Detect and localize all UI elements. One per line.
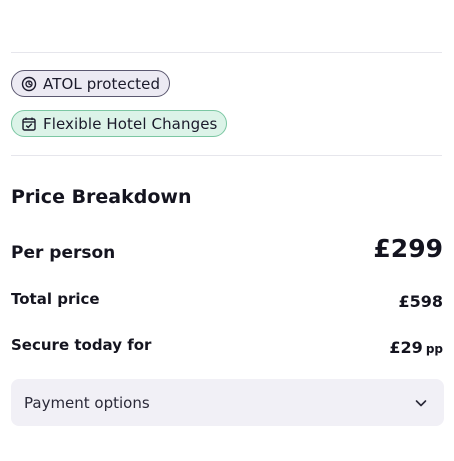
flexible-hotel-changes-badge: Flexible Hotel Changes (11, 110, 228, 137)
per-person-price: £299 (373, 234, 443, 263)
total-price-label: Total price (11, 290, 100, 308)
middle-divider (11, 155, 442, 156)
payment-options-label: Payment options (24, 393, 150, 412)
payment-options-dropdown[interactable]: Payment options (11, 379, 444, 426)
secure-today-value: £29 pp (389, 338, 443, 357)
secure-today-amount: £29 (389, 338, 423, 357)
atol-shield-icon (21, 76, 37, 92)
total-price-value: £598 (398, 292, 443, 311)
price-breakdown-title: Price Breakdown (11, 186, 192, 208)
chevron-down-icon (414, 396, 428, 410)
calendar-check-icon (21, 116, 37, 132)
atol-protected-badge: ATOL protected (11, 70, 171, 97)
per-person-suffix: pp (425, 342, 443, 356)
top-divider (11, 52, 442, 53)
flexible-badge-label: Flexible Hotel Changes (43, 114, 218, 133)
per-person-label: Per person (11, 243, 116, 263)
atol-badge-label: ATOL protected (43, 74, 161, 93)
secure-today-label: Secure today for (11, 336, 152, 354)
